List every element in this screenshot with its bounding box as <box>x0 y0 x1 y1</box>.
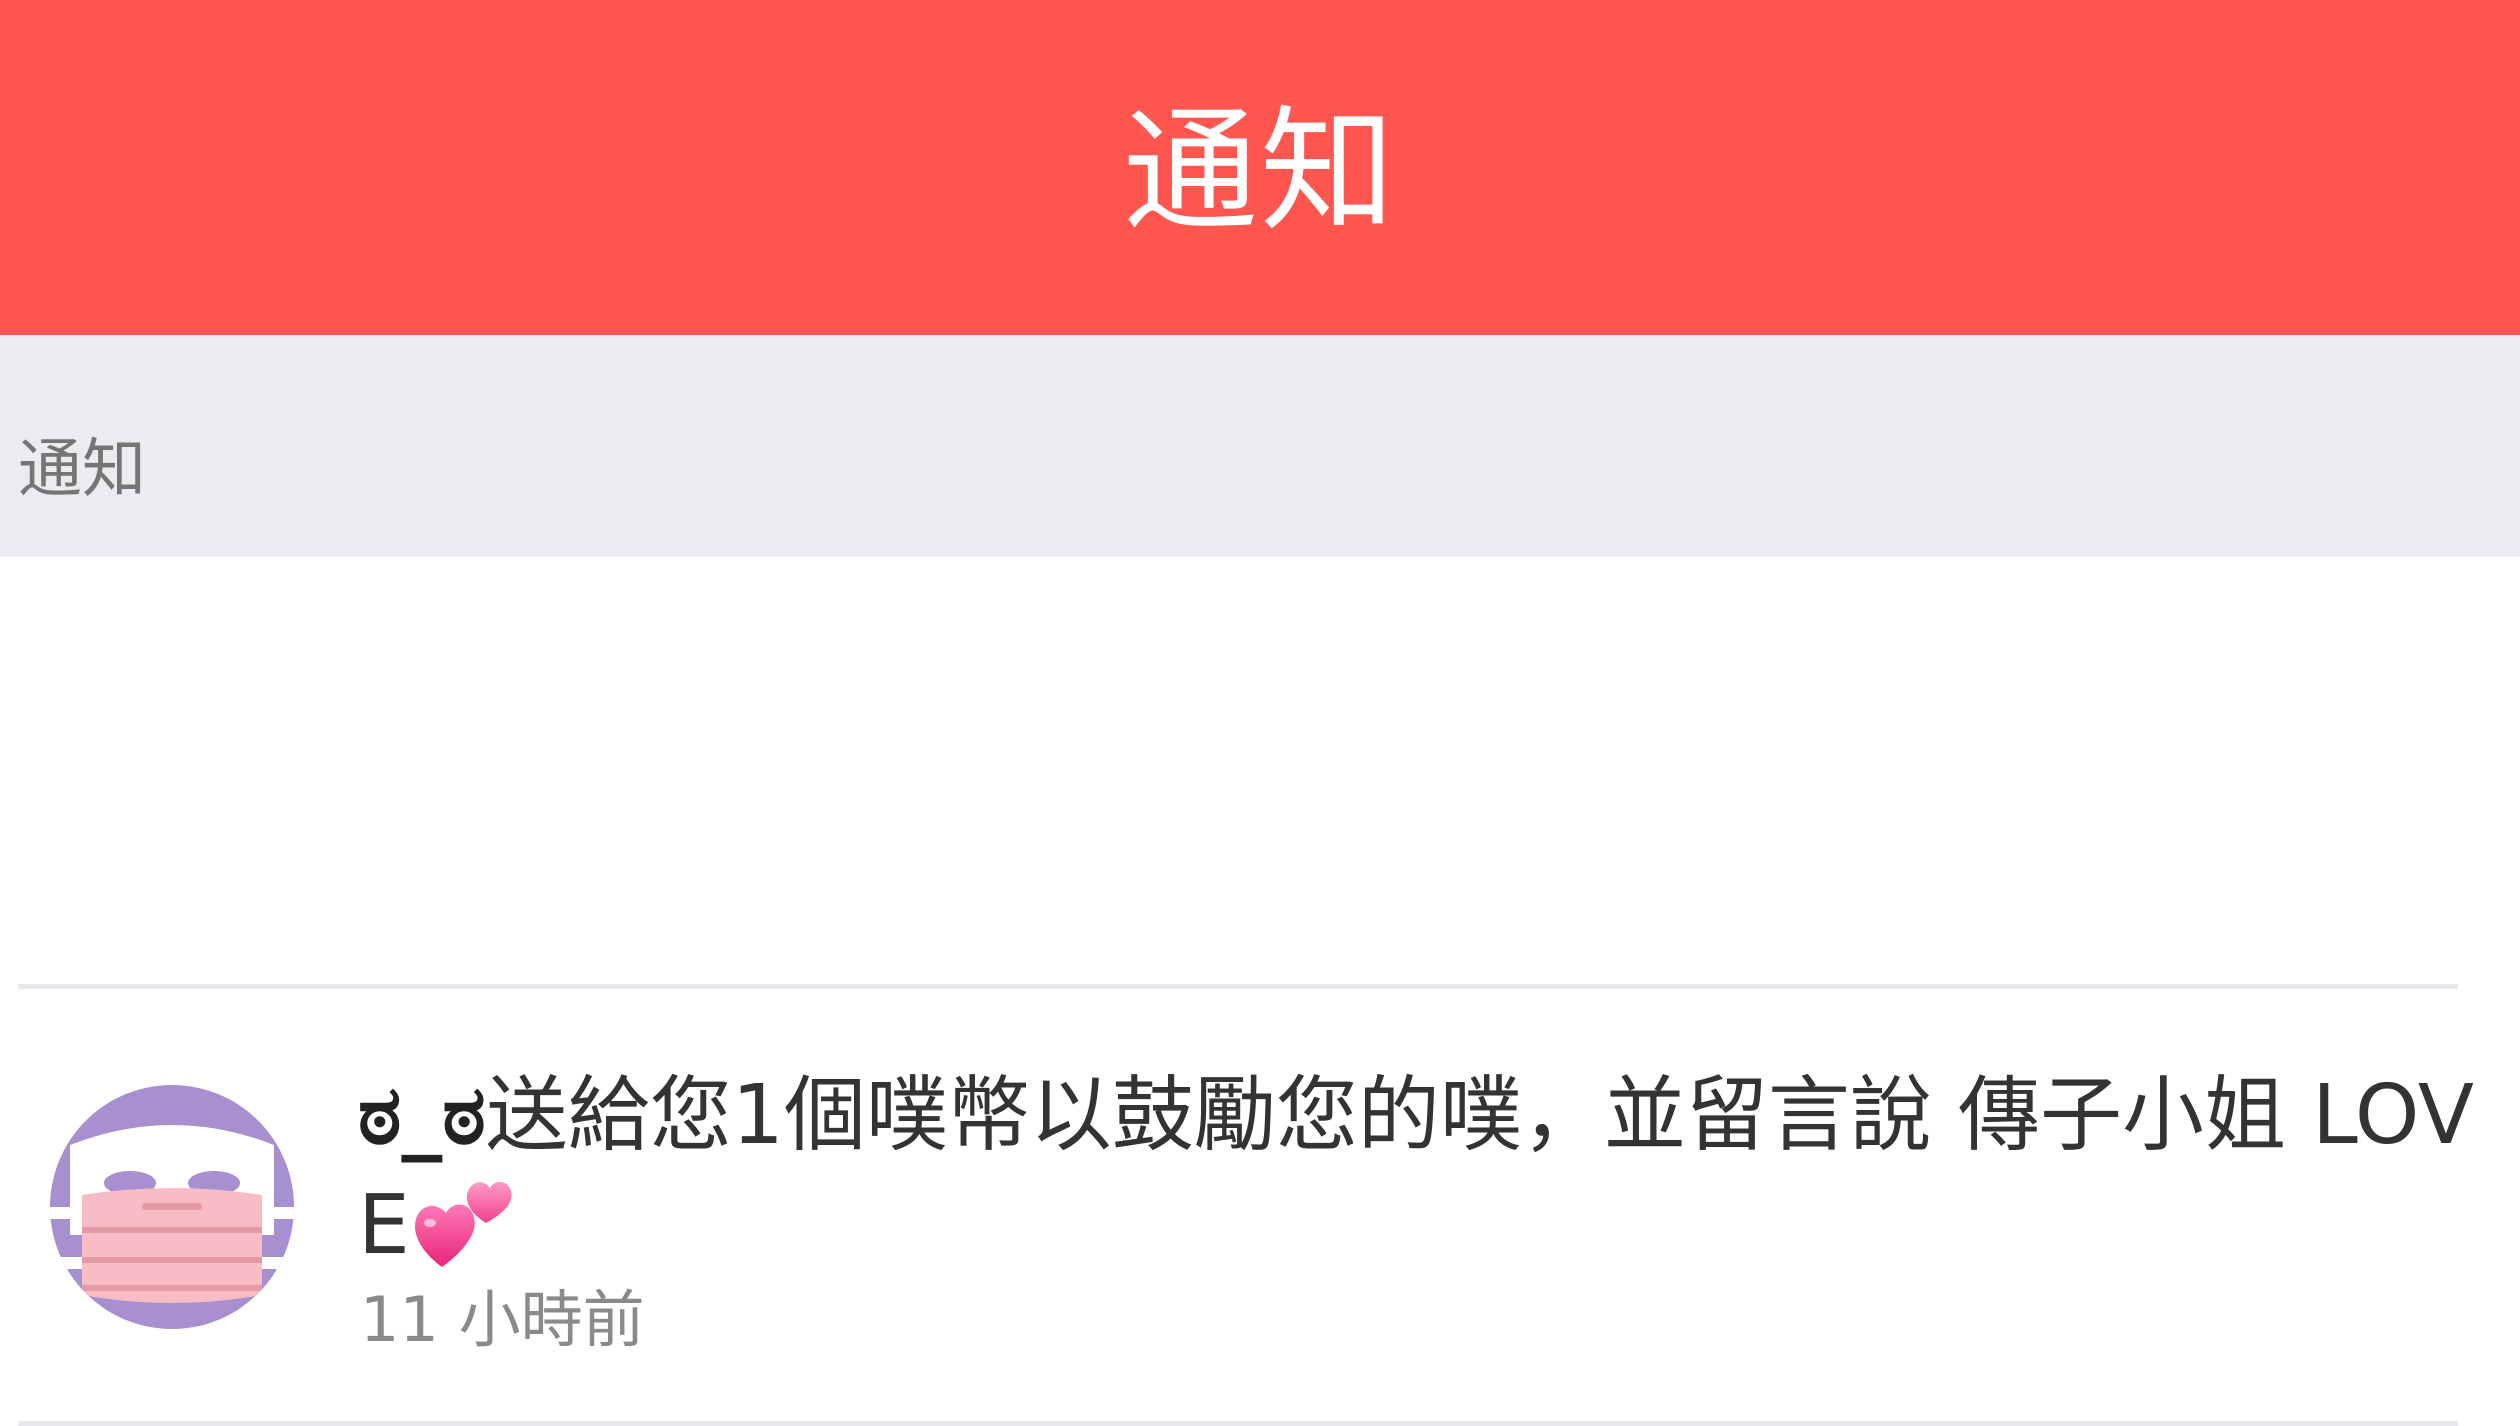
two-hearts-icon <box>414 1181 512 1267</box>
section-header-label: 通知 <box>18 433 146 507</box>
page-title: 通知 <box>1123 93 1397 250</box>
message-text: 送給您1個噗幣以鼓勵您的噗，並留言說 傳子小姐 LOVE <box>358 1068 2475 1273</box>
section-header <box>0 335 2520 557</box>
notification-time: 11 小時前 <box>360 1283 645 1356</box>
sender-name[interactable]: ಠ_ಠ <box>358 1068 486 1163</box>
notification-item[interactable]: ಠ_ಠ送給您1個噗幣以鼓勵您的噗，並留言說 傳子小姐 LOVE 11 小時前 <box>0 989 2520 1409</box>
list-divider <box>18 1421 2458 1426</box>
notification-message: ಠ_ಠ送給您1個噗幣以鼓勵您的噗，並留言說 傳子小姐 LOVE <box>358 1061 2498 1281</box>
app-bar: 通知 <box>0 0 2520 335</box>
masked-face-avatar-icon[interactable] <box>50 1085 294 1329</box>
